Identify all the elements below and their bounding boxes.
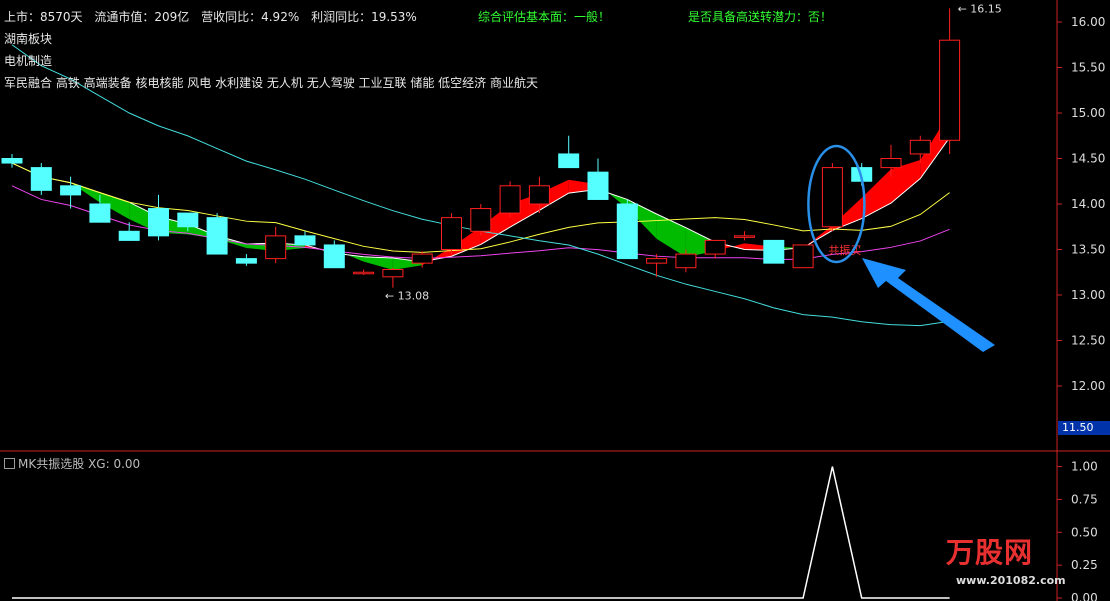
candle-up <box>734 235 755 238</box>
candle-up <box>499 185 521 214</box>
indicator-name: MK共振选股 <box>18 457 85 471</box>
candle-up <box>939 39 961 141</box>
y-tick-label: 12.50 <box>1071 334 1105 348</box>
candle-up <box>880 158 902 169</box>
sub-y-tick-label: 0.50 <box>1071 525 1098 539</box>
candle-down <box>30 167 52 191</box>
brand-url: www.201082.com <box>956 574 1066 587</box>
candle-down <box>235 258 257 264</box>
candle-down <box>148 208 169 237</box>
candle-down <box>587 171 609 200</box>
candle-up <box>909 139 931 155</box>
brand-logo: 万股网 <box>946 536 1034 569</box>
sub-y-tick-label: 0.00 <box>1071 591 1098 601</box>
candle-up <box>704 239 726 255</box>
y-tick-label: 13.50 <box>1071 243 1105 257</box>
pointer-arrow-icon <box>862 258 995 352</box>
candle-up <box>821 167 843 228</box>
candle-up <box>675 253 697 269</box>
candle-up <box>528 185 550 205</box>
low-price-label: ← 13.08 <box>385 290 429 303</box>
sector-industry: 电机制造 <box>4 54 53 68</box>
candle-down <box>118 230 140 241</box>
candle-down <box>558 153 580 169</box>
candle-down <box>177 212 199 228</box>
y-tick-label: 15.50 <box>1071 61 1105 75</box>
indicator-chart[interactable]: 0.00 0.25 0.50 0.75 1.00 <box>0 452 1110 601</box>
candle-down <box>60 185 82 196</box>
candle-down <box>89 203 111 223</box>
checkbox-icon[interactable] <box>4 458 15 469</box>
candle-up <box>470 208 492 232</box>
candle-up <box>646 258 668 264</box>
candle-up <box>411 253 433 264</box>
stock-fundamentals: 上市：8570天 流通市值：209亿 营收同比：4.92% 利润同比：19.53… <box>4 8 425 25</box>
fundamental-assessment: 综合评估基本面：一般！ <box>478 10 611 24</box>
signal-line <box>12 466 950 599</box>
sub-y-tick-label: 0.75 <box>1071 492 1098 506</box>
sub-y-tick-label: 1.00 <box>1071 460 1098 474</box>
indicator-value: XG: 0.00 <box>88 457 141 471</box>
sub-y-tick-label: 0.25 <box>1071 558 1098 572</box>
candle-down <box>616 203 638 260</box>
candle-up <box>265 235 287 260</box>
y-tick-label: 16.00 <box>1071 15 1105 29</box>
candle-up <box>441 217 462 250</box>
potential-assessment: 是否具备高送转潜力：否！ <box>688 10 833 24</box>
list-date: 上市：8570天 <box>4 10 83 24</box>
revenue-yoy: 营收同比：4.92% <box>201 10 300 24</box>
candle-down <box>1 158 23 164</box>
market-cap: 流通市值：209亿 <box>94 10 190 24</box>
profit-yoy: 利润同比：19.53% <box>311 10 417 24</box>
sector-concepts: 军民融合 高铁 高端装备 核电核能 风电 水利建设 无人机 无人驾驶 工业互联 … <box>4 76 538 90</box>
sector-region: 湖南板块 <box>4 32 53 46</box>
candle-down <box>294 235 316 246</box>
indicator-label: MK共振选股 XG: 0.00 <box>4 455 140 472</box>
band-segment-down <box>363 256 393 270</box>
candle-up <box>353 271 375 275</box>
main-chart[interactable]: 12.00 12.50 13.00 13.50 14.00 14.50 15.00 15.50… <box>0 0 1110 452</box>
candle-up <box>792 244 814 269</box>
candle-down <box>763 239 785 264</box>
candle-down <box>323 244 345 269</box>
current-price-tag: 11.50 <box>1058 421 1110 435</box>
candle-down <box>206 217 228 255</box>
high-price-label: ← 16.15 <box>958 2 1002 15</box>
candle-up <box>382 269 404 278</box>
y-tick-label: 15.00 <box>1071 106 1105 120</box>
y-tick-label: 14.50 <box>1071 152 1105 166</box>
y-tick-label: 14.00 <box>1071 197 1105 211</box>
y-tick-label: 13.00 <box>1071 288 1105 302</box>
y-tick-label: 12.00 <box>1071 379 1105 393</box>
